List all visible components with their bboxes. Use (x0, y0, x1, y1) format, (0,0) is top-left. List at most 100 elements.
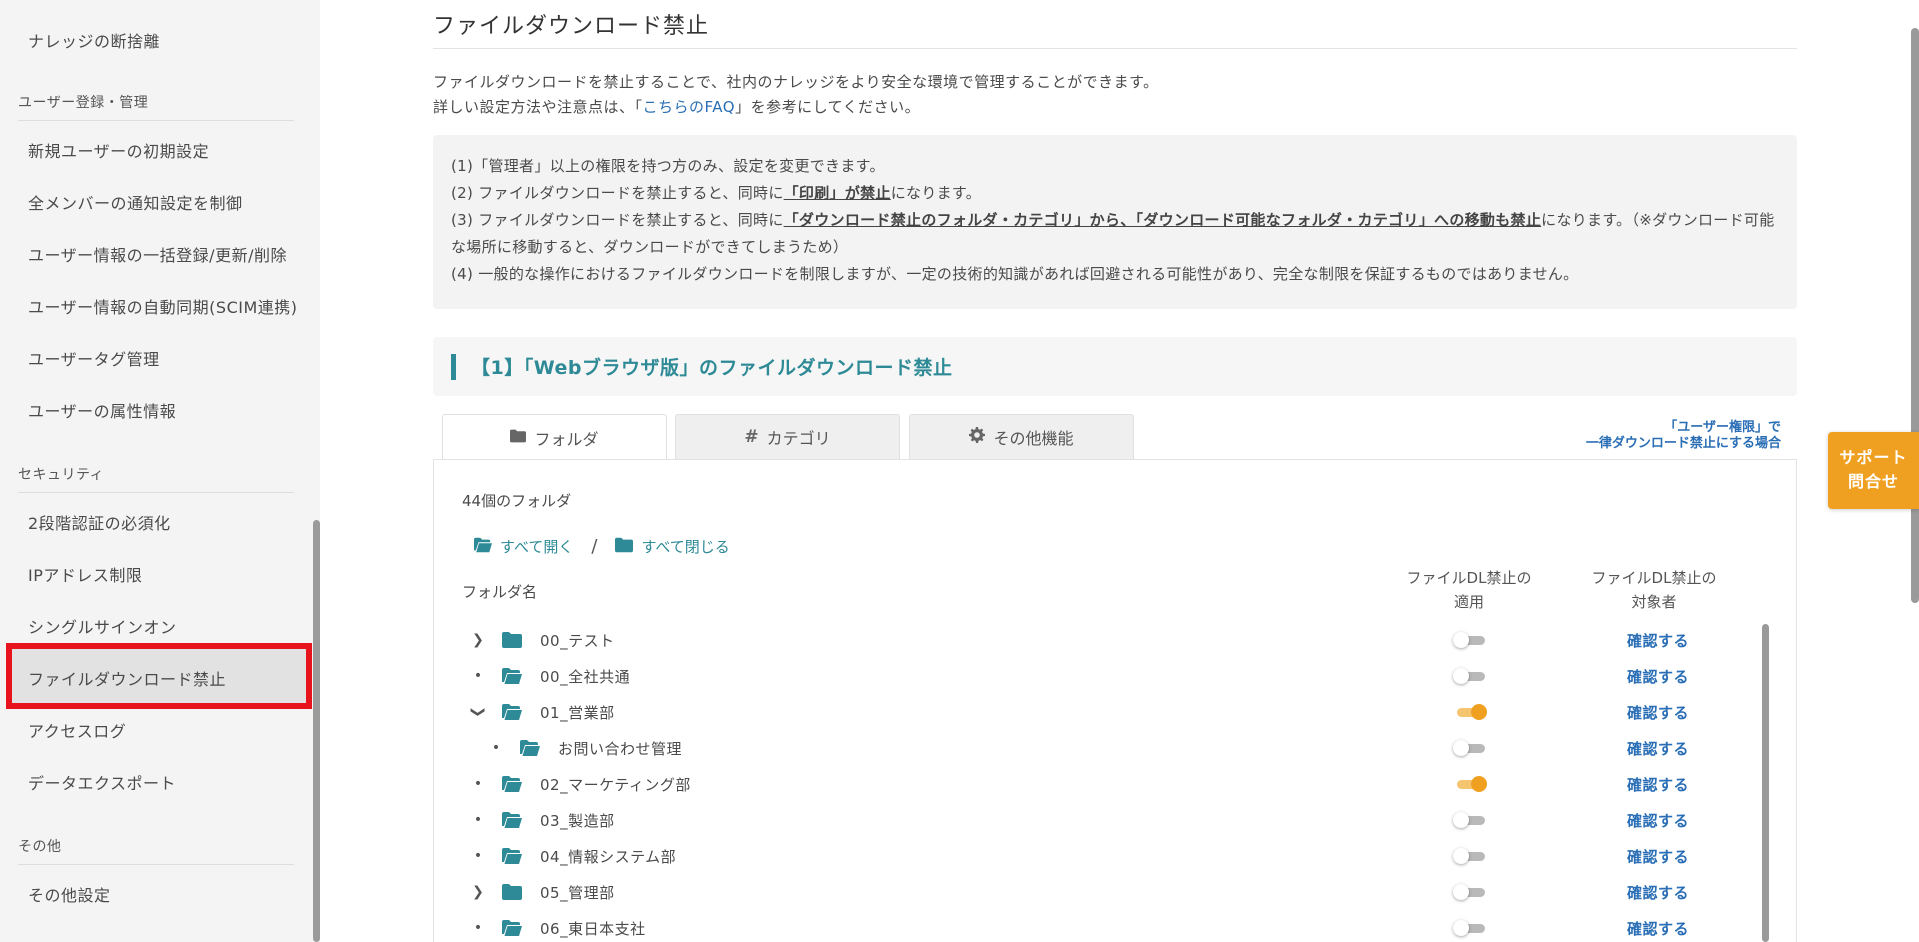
user-permission-link[interactable]: 「ユーザー権限」で 一律ダウンロード禁止にする場合 (1560, 420, 1781, 452)
folder-name[interactable]: 01_営業部 (540, 702, 615, 723)
sidebar-item-data-export[interactable]: データエクスポート (28, 770, 176, 794)
folder-name[interactable]: 02_マーケティング部 (540, 774, 691, 795)
intro-line-2: 詳しい設定方法や注意点は、「こちらのFAQ」を参考にしてください。 (433, 95, 1159, 120)
dl-ban-toggle[interactable] (1453, 632, 1487, 648)
bullet-icon: • (473, 776, 483, 792)
folder-row[interactable]: ❯ 00_テスト 確認する (434, 622, 1774, 658)
sidebar-item-2fa[interactable]: 2段階認証の必須化 (28, 510, 171, 534)
folder-closed-icon (615, 537, 634, 557)
folder-row[interactable]: ❯ 05_管理部 確認する (434, 874, 1774, 910)
page-title: ファイルダウンロード禁止 (433, 14, 710, 39)
chevron-down-icon[interactable]: ❯ (470, 702, 486, 722)
sidebar-item-scim-sync[interactable]: ユーザー情報の自動同期(SCIM連携) (28, 294, 298, 318)
open-all-button[interactable]: すべて開く (500, 536, 573, 557)
dl-ban-toggle[interactable] (1453, 812, 1487, 828)
confirm-target-link[interactable]: 確認する (1627, 666, 1689, 687)
sidebar-section-other: その他 (18, 836, 294, 865)
dl-ban-toggle[interactable] (1453, 668, 1487, 684)
sidebar-item-new-user-setup[interactable]: 新規ユーザーの初期設定 (28, 138, 209, 162)
sidebar-section-security: セキュリティ (18, 464, 294, 493)
toggle-knob (1453, 884, 1469, 900)
sidebar-item-ip-restriction[interactable]: IPアドレス制限 (28, 562, 142, 586)
folder-list-scrollbar[interactable] (1762, 624, 1769, 942)
folder-name[interactable]: 00_テスト (540, 630, 615, 651)
sidebar-item-file-download-ban[interactable]: ファイルダウンロード禁止 (28, 666, 226, 690)
folder-row[interactable]: • 04_情報システム部 確認する (434, 838, 1774, 874)
folder-name[interactable]: 00_全社共通 (540, 666, 630, 687)
dl-ban-toggle[interactable] (1453, 704, 1487, 720)
toggle-knob (1453, 632, 1469, 648)
toggle-knob (1471, 704, 1487, 720)
dl-ban-toggle[interactable] (1453, 848, 1487, 864)
confirm-target-link[interactable]: 確認する (1627, 738, 1689, 759)
support-button-line-2: 問合せ (1847, 472, 1899, 491)
sidebar-item-notification-control[interactable]: 全メンバーの通知設定を制御 (28, 190, 243, 214)
folder-name[interactable]: 06_東日本支社 (540, 918, 646, 939)
sidebar-scrollbar[interactable] (313, 520, 320, 942)
note-3-pre: (3) ファイルダウンロードを禁止すると、同時に (451, 211, 784, 229)
column-header-dl-ban-apply-line-1: ファイルDL禁止の (1406, 569, 1532, 587)
column-header-dl-ban-target-line-1: ファイルDL禁止の (1591, 569, 1717, 587)
sidebar-item-user-tags[interactable]: ユーザータグ管理 (28, 346, 160, 370)
toggle-knob (1453, 848, 1469, 864)
folder-name[interactable]: お問い合わせ管理 (558, 738, 682, 759)
tab-folder[interactable]: フォルダ (442, 414, 667, 461)
confirm-target-link[interactable]: 確認する (1627, 882, 1689, 903)
hash-icon: # (744, 427, 759, 447)
sidebar-item-other-settings[interactable]: その他設定 (28, 882, 111, 906)
bullet-icon: • (473, 668, 483, 684)
toggle-knob (1471, 776, 1487, 792)
folder-row[interactable]: • 02_マーケティング部 確認する (434, 766, 1774, 802)
tab-category[interactable]: # カテゴリ (675, 414, 900, 460)
page-scrollbar[interactable] (1911, 28, 1919, 603)
faq-link[interactable]: こちらのFAQ (643, 98, 736, 116)
dl-ban-toggle[interactable] (1453, 776, 1487, 792)
close-all-button[interactable]: すべて閉じる (641, 536, 729, 557)
tab-other-features[interactable]: その他機能 (909, 414, 1134, 460)
chevron-right-icon[interactable]: ❯ (470, 882, 486, 902)
folder-name[interactable]: 05_管理部 (540, 882, 615, 903)
sidebar-item-sso[interactable]: シングルサインオン (28, 614, 177, 638)
user-permission-link-line-2: 一律ダウンロード禁止にする場合 (1585, 436, 1781, 451)
folder-open-icon (474, 537, 492, 557)
sidebar-section-user-management: ユーザー登録・管理 (18, 92, 294, 121)
note-1: (1)「管理者」以上の権限を持つ方のみ、設定を変更できます。 (451, 157, 885, 175)
folder-name[interactable]: 03_製造部 (540, 810, 615, 831)
folder-row[interactable]: • 00_全社共通 確認する (434, 658, 1774, 694)
sidebar-item-knowledge-cleanup[interactable]: ナレッジの断捨離 (28, 28, 160, 52)
chevron-right-icon[interactable]: ❯ (470, 630, 486, 650)
confirm-target-link[interactable]: 確認する (1627, 918, 1689, 939)
toggle-knob (1453, 668, 1469, 684)
folder-row[interactable]: • 03_製造部 確認する (434, 802, 1774, 838)
folder-icon (510, 428, 527, 448)
folder-row[interactable]: ❯ 01_営業部 確認する (434, 694, 1774, 730)
folder-panel: 44個のフォルダ すべて開く / すべて閉じる フォルダ名 ファイルDL禁止の … (433, 459, 1797, 942)
confirm-target-link[interactable]: 確認する (1627, 630, 1689, 651)
support-button-line-1: サポート (1839, 448, 1908, 467)
intro-text: ファイルダウンロードを禁止することで、社内のナレッジをより安全な環境で管理するこ… (433, 70, 1159, 120)
folder-row[interactable]: • お問い合わせ管理 確認する (434, 730, 1774, 766)
dl-ban-toggle[interactable] (1453, 884, 1487, 900)
column-header-folder-name: フォルダ名 (462, 583, 538, 601)
intro-line-2-post: 」を参考にしてください。 (735, 98, 921, 116)
folder-name[interactable]: 04_情報システム部 (540, 846, 676, 867)
title-divider (433, 48, 1797, 49)
confirm-target-link[interactable]: 確認する (1627, 774, 1689, 795)
note-3-emphasis: 「ダウンロード禁止のフォルダ・カテゴリ」から、「ダウンロード可能なフォルダ・カテ… (783, 211, 1542, 229)
dl-ban-toggle[interactable] (1453, 920, 1487, 936)
dl-ban-toggle[interactable] (1453, 740, 1487, 756)
folder-icon (502, 884, 522, 900)
note-2-pre: (2) ファイルダウンロードを禁止すると、同時に (451, 184, 784, 202)
confirm-target-link[interactable]: 確認する (1627, 810, 1689, 831)
intro-line-2-pre: 詳しい設定方法や注意点は、「 (433, 98, 643, 116)
sidebar-item-bulk-user-update[interactable]: ユーザー情報の一括登録/更新/削除 (28, 242, 287, 266)
folder-open-icon (520, 740, 540, 756)
section-1-accent-bar (451, 354, 456, 380)
support-contact-button[interactable]: サポート 問合せ (1828, 432, 1919, 509)
confirm-target-link[interactable]: 確認する (1627, 702, 1689, 723)
sidebar-item-access-log[interactable]: アクセスログ (28, 718, 126, 742)
confirm-target-link[interactable]: 確認する (1627, 846, 1689, 867)
folder-row[interactable]: • 06_東日本支社 確認する (434, 910, 1774, 942)
note-2-emphasis: 「印刷」が禁止 (783, 184, 891, 202)
sidebar-item-user-attributes[interactable]: ユーザーの属性情報 (28, 398, 176, 422)
